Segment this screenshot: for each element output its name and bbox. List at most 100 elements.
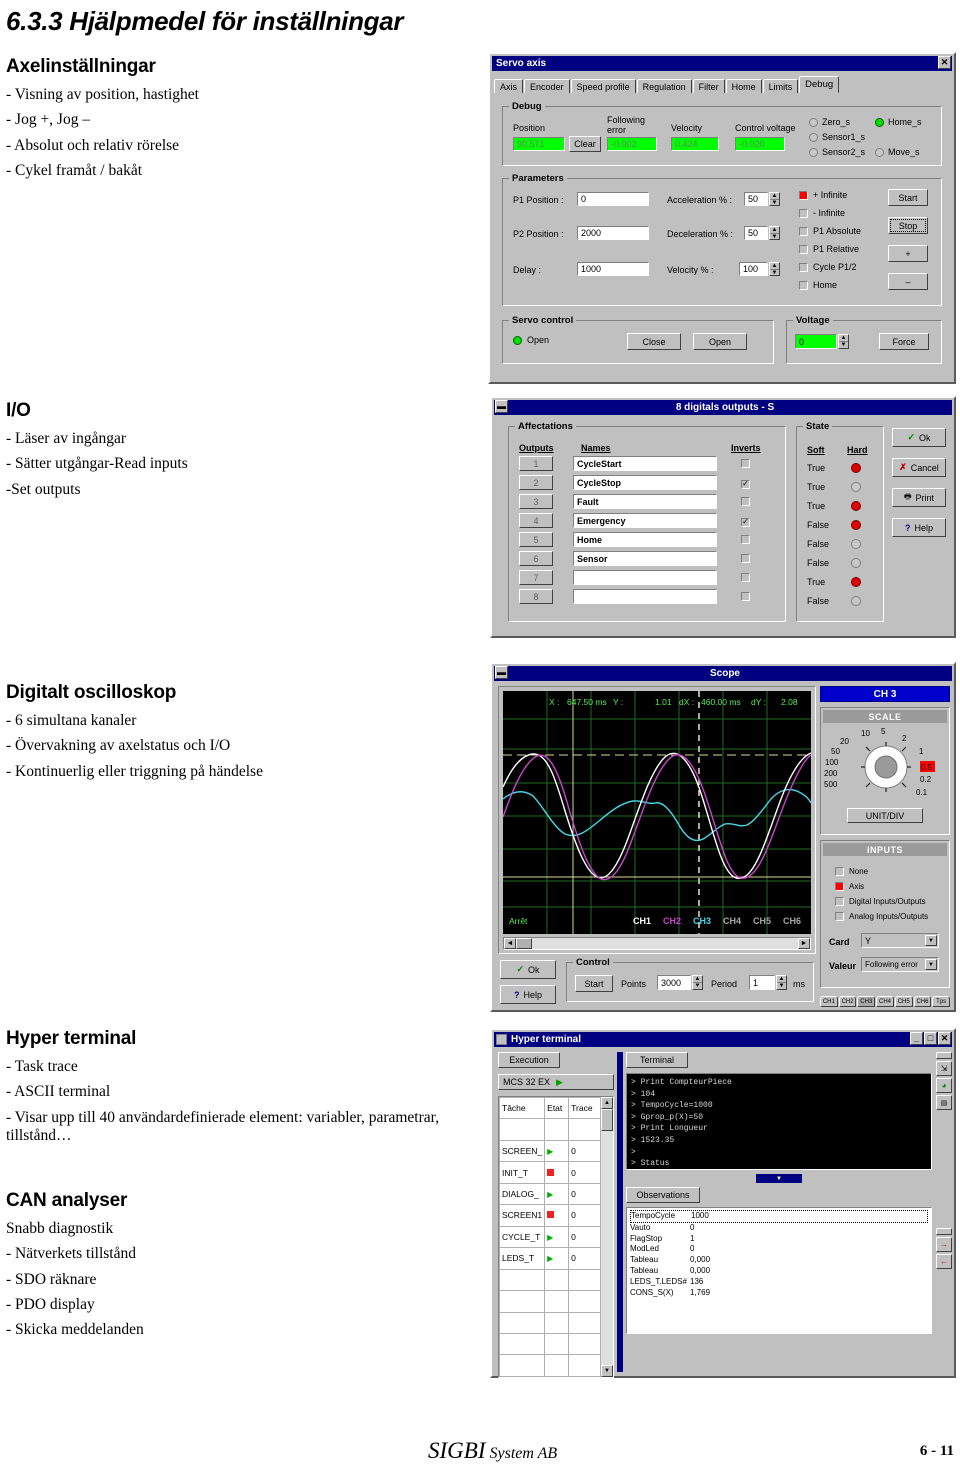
table-row[interactable]: DIALOG_ ▶ 0 bbox=[498, 1182, 601, 1206]
scrollbar-thumb[interactable] bbox=[516, 938, 532, 949]
task-list[interactable]: Tâche Etat Trace SCREEN_ ▶ 0 INIT_T 0 DIALOG_ ▶ 0 S… bbox=[498, 1096, 614, 1378]
task-list-scrollbar[interactable]: ▲ ▼ bbox=[601, 1097, 613, 1377]
checkbox-icon[interactable] bbox=[741, 535, 750, 544]
observation-row[interactable]: Vauto 0 bbox=[630, 1223, 928, 1234]
scope-tab-ch5[interactable]: CH5 bbox=[894, 996, 913, 1007]
checkbox-icon[interactable] bbox=[799, 226, 808, 236]
checkbox-icon[interactable] bbox=[835, 867, 844, 876]
tab-encoder[interactable]: Encoder bbox=[524, 79, 570, 93]
invert-checkbox[interactable]: ✓ bbox=[741, 516, 750, 527]
output-index-button[interactable]: 7 bbox=[519, 570, 553, 585]
input-option-axis[interactable]: Axis bbox=[835, 882, 864, 891]
deceleration-input[interactable]: 50 bbox=[744, 226, 768, 240]
invert-checkbox[interactable] bbox=[741, 573, 750, 584]
checkbox-icon[interactable] bbox=[799, 280, 808, 290]
open-servo-button[interactable]: Open bbox=[693, 333, 747, 350]
output-index-button[interactable]: 8 bbox=[519, 589, 553, 604]
mode-home[interactable]: Home bbox=[799, 280, 837, 290]
spinner-up-icon[interactable]: ▲ bbox=[839, 335, 848, 342]
velocity-stepper[interactable]: ▲ ▼ bbox=[769, 262, 780, 276]
stop-button[interactable]: Stop bbox=[888, 217, 928, 234]
unit-div-button[interactable]: UNIT/DIV bbox=[847, 808, 923, 823]
scale-dial[interactable]: 500 200 100 50 20 10 5 2 1 0.2 0.1 0.5 bbox=[823, 725, 949, 805]
tab-debug[interactable]: Debug bbox=[799, 76, 840, 93]
toolbar-grip[interactable] bbox=[936, 1052, 952, 1059]
mode-p1-absolute[interactable]: P1 Absolute bbox=[799, 226, 861, 236]
toolbar-grip-2[interactable] bbox=[936, 1228, 952, 1235]
maximize-icon[interactable]: □ bbox=[924, 1032, 937, 1045]
mode-plus-infinite[interactable]: + Infinite bbox=[799, 190, 847, 200]
output-name-input[interactable]: CycleStop bbox=[573, 475, 717, 490]
spinner-up-icon[interactable]: ▲ bbox=[770, 193, 779, 200]
close-icon[interactable]: ✕ bbox=[938, 56, 951, 69]
invert-checkbox[interactable] bbox=[741, 592, 750, 603]
output-name-input[interactable] bbox=[573, 589, 717, 604]
start-button[interactable]: Start bbox=[888, 189, 928, 206]
checkbox-icon[interactable] bbox=[799, 244, 808, 254]
mode-cycle-p1-2[interactable]: Cycle P1/2 bbox=[799, 262, 857, 272]
delay-input[interactable]: 1000 bbox=[577, 262, 649, 276]
table-row[interactable]: INIT_T 0 bbox=[498, 1161, 601, 1184]
output-index-button[interactable]: 6 bbox=[519, 551, 553, 566]
tab-speed-profile[interactable]: Speed profile bbox=[570, 79, 636, 93]
points-input[interactable]: 3000 bbox=[657, 975, 691, 990]
close-icon[interactable]: ✕ bbox=[938, 1032, 951, 1045]
deceleration-stepper[interactable]: ▲ ▼ bbox=[769, 226, 780, 240]
scope-ok-button[interactable]: ✓ Ok bbox=[500, 960, 556, 979]
acceleration-stepper[interactable]: ▲ ▼ bbox=[769, 192, 780, 206]
remove-variable-icon[interactable]: ← bbox=[936, 1254, 952, 1269]
input-option-digital-io[interactable]: Digital Inputs/Outputs bbox=[835, 897, 925, 906]
observation-row[interactable]: CONS_S(X) 1,769 bbox=[630, 1288, 928, 1299]
table-row[interactable]: SCREEN_ ▶ 0 bbox=[498, 1139, 601, 1163]
connect-icon[interactable]: ⇲ bbox=[936, 1061, 952, 1076]
scope-tab-ch4[interactable]: CH4 bbox=[876, 996, 894, 1007]
globe-icon[interactable]: ◕ bbox=[936, 1078, 952, 1093]
scroll-left-arrow-icon[interactable]: ◄ bbox=[504, 938, 516, 949]
points-stepper[interactable]: ▲ ▼ bbox=[692, 975, 703, 990]
checkbox-icon[interactable] bbox=[741, 554, 750, 563]
spinner-down-icon[interactable]: ▼ bbox=[777, 983, 786, 989]
scope-tab-ch1[interactable]: CH1 bbox=[820, 996, 838, 1007]
checkbox-icon[interactable] bbox=[741, 497, 750, 506]
jog-minus-button[interactable]: – bbox=[888, 273, 928, 290]
observation-row[interactable]: Tableau 0,000 bbox=[630, 1255, 928, 1266]
help-button[interactable]: ? Help bbox=[892, 518, 946, 537]
close-servo-button[interactable]: Close bbox=[627, 333, 681, 350]
jog-plus-button[interactable]: + bbox=[888, 245, 928, 262]
mode-minus-infinite[interactable]: - Infinite bbox=[799, 208, 845, 218]
checkbox-icon[interactable] bbox=[799, 262, 808, 272]
vertical-splitter[interactable] bbox=[617, 1052, 623, 1372]
voltage-stepper[interactable]: ▲ ▼ bbox=[838, 334, 849, 349]
cancel-button[interactable]: ✗ Cancel bbox=[892, 458, 946, 477]
ok-button[interactable]: ✓ Ok bbox=[892, 428, 946, 447]
output-name-input[interactable]: Fault bbox=[573, 494, 717, 509]
scope-hscrollbar[interactable]: ◄ ► bbox=[503, 937, 811, 950]
observation-row[interactable]: TempoCycle 1000 bbox=[630, 1210, 928, 1223]
input-option-none[interactable]: None bbox=[835, 867, 868, 876]
p1-position-input[interactable]: 0 bbox=[577, 192, 649, 206]
invert-checkbox[interactable]: ✓ bbox=[741, 478, 750, 489]
observations-list[interactable]: TempoCycle 1000 Vauto 0 FlagStop 1 ModLed 0 Tabl… bbox=[626, 1207, 932, 1334]
invert-checkbox[interactable] bbox=[741, 554, 750, 565]
add-variable-icon[interactable]: → bbox=[936, 1237, 952, 1252]
invert-checkbox[interactable] bbox=[741, 535, 750, 546]
input-option-analog-io[interactable]: Analog Inputs/Outputs bbox=[835, 912, 928, 921]
spinner-down-icon[interactable]: ▼ bbox=[839, 342, 848, 348]
invert-checkbox[interactable] bbox=[741, 497, 750, 508]
minimize-icon[interactable]: _ bbox=[910, 1032, 923, 1045]
spinner-down-icon[interactable]: ▼ bbox=[770, 270, 779, 276]
spinner-up-icon[interactable]: ▲ bbox=[770, 263, 779, 270]
checkbox-icon[interactable]: ✓ bbox=[741, 479, 750, 489]
scroll-right-arrow-icon[interactable]: ► bbox=[798, 938, 810, 949]
output-index-button[interactable]: 5 bbox=[519, 532, 553, 547]
scope-help-button[interactable]: ? Help bbox=[500, 985, 556, 1004]
scope-tab-ch3[interactable]: CH3 bbox=[857, 996, 876, 1007]
minimize-icon[interactable]: ▬ bbox=[495, 400, 508, 413]
checkbox-icon[interactable] bbox=[741, 592, 750, 601]
window-menu-icon[interactable]: ▬ bbox=[495, 400, 508, 413]
observation-row[interactable]: LEDS_T.LEDS# 136 bbox=[630, 1277, 928, 1288]
scope-start-button[interactable]: Start bbox=[575, 975, 613, 992]
minimize-icon[interactable]: ▬ bbox=[495, 666, 508, 679]
spinner-up-icon[interactable]: ▲ bbox=[770, 227, 779, 234]
print-button[interactable]: 🖶 Print bbox=[892, 488, 946, 507]
